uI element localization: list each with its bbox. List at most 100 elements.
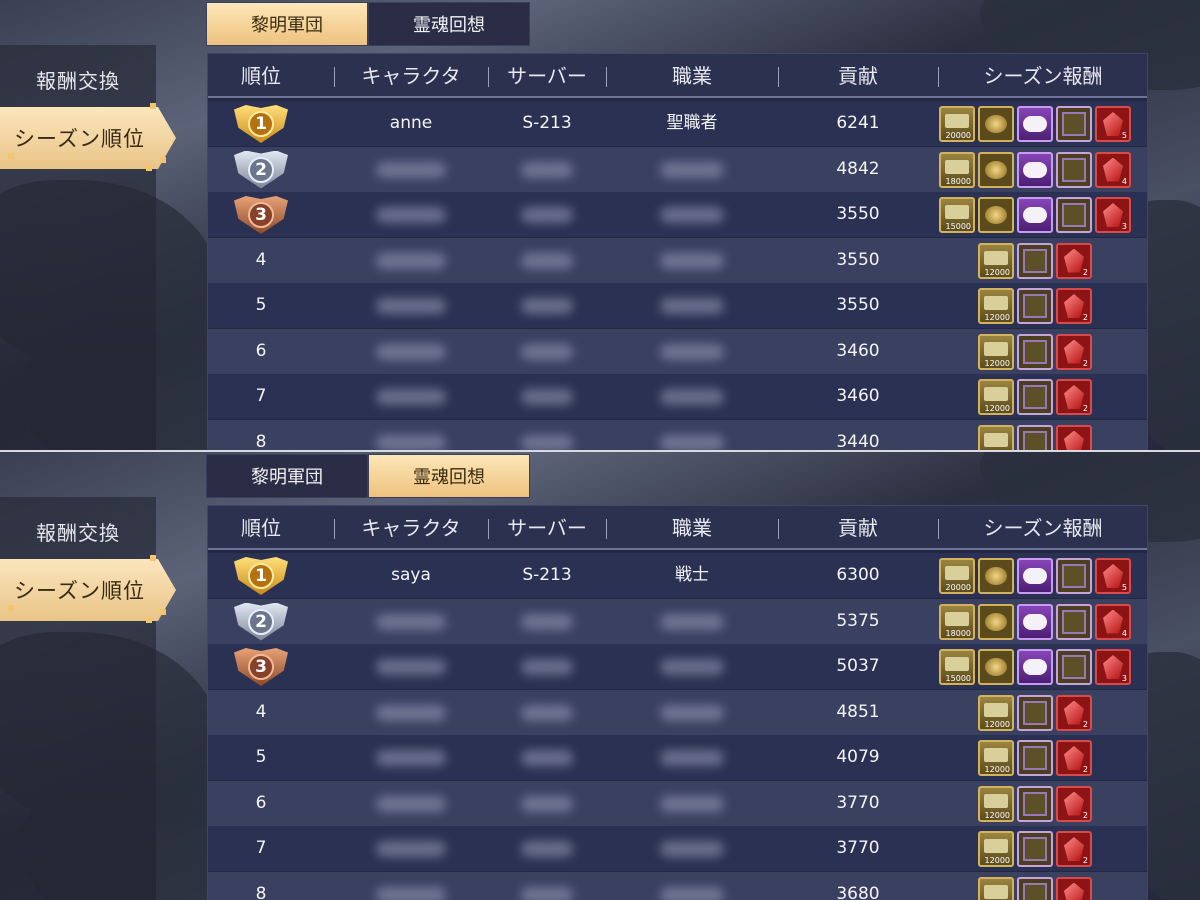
ticket-icon[interactable]: 12000 xyxy=(978,288,1014,324)
avatar-frame-icon[interactable] xyxy=(1017,242,1053,279)
gold-ornament-icon[interactable] xyxy=(978,603,1014,640)
avatar-frame-icon[interactable] xyxy=(1056,197,1092,233)
cloud-costume-icon[interactable] xyxy=(1017,106,1053,142)
blurred-character xyxy=(376,207,446,223)
gold-ornament-icon[interactable] xyxy=(978,197,1014,233)
red-gem-icon[interactable]: 2 xyxy=(1056,379,1092,415)
tab-soul-memory[interactable]: 霊魂回想 xyxy=(368,454,530,498)
ticket-glyph xyxy=(984,250,1008,265)
table-row: 5 3550 12000 2 xyxy=(208,283,1147,328)
cloud-costume-icon[interactable] xyxy=(1017,603,1053,640)
red-gem-icon[interactable]: 4 xyxy=(1095,603,1131,640)
gold-ornament-icon[interactable] xyxy=(978,558,1014,594)
avatar-frame-icon[interactable] xyxy=(1017,288,1053,324)
cloud-costume-icon[interactable] xyxy=(1017,151,1053,188)
red-gem-icon[interactable]: 2 xyxy=(1056,694,1092,731)
avatar-frame-icon[interactable] xyxy=(1056,649,1092,685)
sidebar-item-reward-exchange[interactable]: 報酬交換 xyxy=(0,517,156,546)
server-cell: S-213 xyxy=(522,113,572,133)
ticket-icon[interactable]: 12000 xyxy=(978,876,1014,900)
tab-dawn-legion[interactable]: 黎明軍団 xyxy=(206,2,368,46)
red-gem-icon[interactable]: 5 xyxy=(1095,106,1131,142)
gold-ornament-glyph xyxy=(985,658,1007,676)
ticket-icon[interactable]: 12000 xyxy=(978,831,1014,867)
red-gem-glyph xyxy=(1064,882,1084,900)
avatar-frame-icon[interactable] xyxy=(1017,333,1053,370)
column-header-season-reward: シーズン報酬 xyxy=(983,516,1103,540)
ticket-icon[interactable]: 20000 xyxy=(939,558,975,594)
gold-ornament-icon[interactable] xyxy=(978,649,1014,685)
avatar-frame-glyph xyxy=(1023,248,1047,273)
avatar-frame-icon[interactable] xyxy=(1056,151,1092,188)
red-gem-icon[interactable]: 5 xyxy=(1095,558,1131,594)
cloud-costume-icon[interactable] xyxy=(1017,649,1053,685)
ticket-glyph xyxy=(945,205,969,219)
red-gem-icon[interactable]: 2 xyxy=(1056,831,1092,867)
column-header-job: 職業 xyxy=(672,516,712,540)
cloud-costume-icon[interactable] xyxy=(1017,197,1053,233)
avatar-frame-icon[interactable] xyxy=(1056,603,1092,640)
table-row: 7 3770 12000 2 xyxy=(208,826,1147,871)
avatar-frame-icon[interactable] xyxy=(1017,694,1053,731)
contribution-cell: 6300 xyxy=(836,565,880,585)
avatar-frame-icon[interactable] xyxy=(1056,106,1092,142)
rank-number: 5 xyxy=(255,295,267,315)
ticket-glyph xyxy=(945,114,969,128)
avatar-frame-icon[interactable] xyxy=(1017,831,1053,867)
red-gem-icon[interactable]: 2 xyxy=(1056,333,1092,370)
red-gem-icon[interactable]: 4 xyxy=(1095,151,1131,188)
gold-ornament-glyph xyxy=(985,115,1007,133)
cloud-costume-icon[interactable] xyxy=(1017,558,1053,594)
red-gem-icon[interactable]: 2 xyxy=(1056,242,1092,279)
avatar-frame-icon[interactable] xyxy=(1017,740,1053,776)
red-gem-icon[interactable]: 2 xyxy=(1056,876,1092,900)
red-gem-icon[interactable]: 2 xyxy=(1056,424,1092,450)
contribution-cell: 5037 xyxy=(836,656,880,676)
avatar-frame-icon[interactable] xyxy=(1056,558,1092,594)
sidebar-item-reward-exchange[interactable]: 報酬交換 xyxy=(0,65,156,94)
gem-count: 3 xyxy=(1121,674,1127,683)
ticket-icon[interactable]: 12000 xyxy=(978,740,1014,776)
ticket-glyph xyxy=(984,702,1008,717)
gold-ornament-icon[interactable] xyxy=(978,106,1014,142)
ticket-icon[interactable]: 12000 xyxy=(978,785,1014,822)
sidebar-item-season-ranking[interactable]: シーズン順位 xyxy=(0,107,176,169)
sidebar-item-season-ranking[interactable]: シーズン順位 xyxy=(0,559,176,621)
ticket-icon[interactable]: 12000 xyxy=(978,242,1014,279)
table-row: 1 saya S-213 戦士 6300 20000 5 xyxy=(208,553,1147,598)
header-divider xyxy=(778,519,779,539)
ranking-panel-dawn-legion: 報酬交換 シーズン順位 黎明軍団 霊魂回想 順位 キャラクタ サーバー 職業 貢献 シーズン報酬 1… xyxy=(0,0,1200,450)
ticket-icon[interactable]: 12000 xyxy=(978,333,1014,370)
avatar-frame-icon[interactable] xyxy=(1017,424,1053,450)
ticket-icon[interactable]: 20000 xyxy=(939,106,975,142)
ticket-icon[interactable]: 15000 xyxy=(939,197,975,233)
rank-2-medal-icon: 2 xyxy=(234,150,288,189)
ticket-icon[interactable]: 18000 xyxy=(939,151,975,188)
rank-number: 4 xyxy=(255,701,267,722)
red-gem-icon[interactable]: 3 xyxy=(1095,197,1131,233)
avatar-frame-icon[interactable] xyxy=(1017,876,1053,900)
ticket-icon[interactable]: 12000 xyxy=(978,379,1014,415)
tab-bar: 黎明軍団 霊魂回想 xyxy=(206,454,530,498)
blurred-job xyxy=(660,252,724,269)
ticket-icon[interactable]: 12000 xyxy=(978,424,1014,450)
red-gem-icon[interactable]: 2 xyxy=(1056,288,1092,324)
gold-ornament-glyph xyxy=(985,567,1007,585)
ticket-icon[interactable]: 18000 xyxy=(939,603,975,640)
red-gem-icon[interactable]: 2 xyxy=(1056,740,1092,776)
red-gem-icon[interactable]: 3 xyxy=(1095,649,1131,685)
ticket-amount: 20000 xyxy=(945,583,971,592)
avatar-frame-icon[interactable] xyxy=(1017,379,1053,415)
ticket-icon[interactable]: 15000 xyxy=(939,649,975,685)
tab-soul-memory[interactable]: 霊魂回想 xyxy=(368,2,530,46)
sparkle-decoration xyxy=(150,555,156,561)
table-row: 8 3680 12000 2 xyxy=(208,871,1147,900)
ticket-amount: 12000 xyxy=(984,810,1010,820)
tab-dawn-legion[interactable]: 黎明軍団 xyxy=(206,454,368,498)
avatar-frame-icon[interactable] xyxy=(1017,785,1053,822)
season-reward-items: 12000 2 xyxy=(978,333,1092,370)
gold-ornament-icon[interactable] xyxy=(978,151,1014,188)
ticket-icon[interactable]: 12000 xyxy=(978,694,1014,731)
red-gem-icon[interactable]: 2 xyxy=(1056,785,1092,822)
contribution-cell: 3550 xyxy=(836,295,880,315)
